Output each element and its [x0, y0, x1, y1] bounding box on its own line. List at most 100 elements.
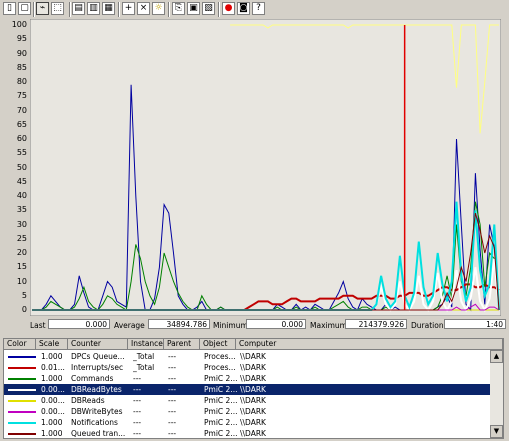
counter-row[interactable]: 1.000 Notifications --- --- PmiC 2... \\DARK [4, 417, 490, 428]
counter-instance-cell: --- [133, 374, 142, 383]
y-tick-label: 20 [16, 248, 27, 257]
paste-counter-list-icon[interactable]: ▣ [187, 2, 200, 15]
toolbar-separator [33, 2, 35, 17]
counter-computer-cell: \\DARK [240, 374, 266, 383]
column-header-color[interactable]: Color [4, 339, 36, 350]
counter-counter-cell: DBReadBytes [71, 385, 122, 394]
toolbar-separator [118, 2, 120, 17]
counter-counter-cell: DPCs Queue... [71, 352, 125, 361]
color-swatch [8, 356, 36, 358]
counter-computer-cell: \\DARK [240, 429, 266, 438]
counter-counter-cell: DBWriteBytes [71, 407, 123, 416]
counter-object-cell: PmiC 2... [204, 396, 238, 405]
counter-counter-cell: Notifications [71, 418, 118, 427]
minimum-label: Minimum [213, 321, 248, 330]
counter-parent-cell: --- [168, 352, 177, 361]
add-counter-icon[interactable]: + [122, 2, 135, 15]
y-tick-label: 65 [16, 119, 27, 129]
help-icon[interactable]: ? [252, 2, 265, 15]
counter-computer-cell: \\DARK [240, 396, 266, 405]
counter-object-cell: Proces... [204, 352, 236, 361]
counter-scale-cell: 0.00... [41, 407, 65, 416]
counter-instance-cell: _Total [133, 363, 155, 372]
clear-display-icon[interactable]: ▢ [18, 2, 31, 15]
update-data-icon[interactable]: ◙ [237, 2, 250, 15]
counter-row[interactable]: 1.000 DPCs Queue... _Total --- Proces... \\DA… [4, 351, 490, 362]
last-label: Last [30, 321, 46, 330]
counter-parent-cell: --- [168, 396, 177, 405]
counter-object-cell: PmiC 2... [204, 374, 238, 383]
highlight-icon[interactable]: ☼ [152, 2, 165, 15]
column-header-scale[interactable]: Scale [36, 339, 68, 350]
y-tick-label: 75 [16, 91, 27, 101]
counter-row[interactable]: 1.000 Queued tran... --- --- PmiC 2... \\DARK [4, 428, 490, 438]
y-tick-label: 10 [16, 276, 27, 286]
column-header-object[interactable]: Object [200, 339, 236, 350]
counter-scale-cell: 0.00... [41, 396, 65, 405]
column-header-counter[interactable]: Counter [68, 339, 128, 350]
scroll-down-icon[interactable]: ▼ [490, 425, 503, 438]
duration-value: 1:40 [444, 319, 506, 329]
plot-background [30, 19, 501, 316]
y-tick-label: 95 [16, 34, 27, 44]
copy-properties-icon[interactable]: ⎘ [172, 2, 185, 15]
counter-row[interactable]: 0.00... DBReads --- --- PmiC 2... \\DARK [4, 395, 490, 406]
y-tick-label: 5 [21, 290, 27, 300]
counter-object-cell: Proces... [204, 363, 236, 372]
counter-row[interactable]: 0.01... Interrupts/sec _Total --- Proces... \… [4, 362, 490, 373]
maximum-label: Maximum [310, 321, 347, 330]
freeze-display-icon[interactable]: ● [222, 2, 235, 15]
line-graph[interactable] [30, 19, 501, 316]
color-swatch [8, 411, 36, 413]
view-current-activity-icon[interactable]: ⌁ [36, 2, 49, 15]
delete-counter-icon[interactable]: × [137, 2, 150, 15]
color-swatch [8, 422, 36, 424]
counter-scale-cell: 1.000 [41, 352, 63, 361]
counter-parent-cell: --- [168, 385, 177, 394]
view-log-data-icon[interactable]: ⬚ [51, 2, 64, 15]
column-header-computer[interactable]: Computer [236, 339, 503, 350]
chart-area: 100 95 90 85 80 75 70 65 60 55 50 45 40 35 30 25 20 15 10 5… [0, 19, 509, 317]
counter-instance-cell: --- [133, 396, 142, 405]
color-swatch [8, 433, 36, 435]
y-tick-label: 0 [21, 305, 27, 314]
counter-instance-cell: --- [133, 418, 142, 427]
counter-computer-cell: \\DARK [240, 363, 266, 372]
last-value: 0.000 [48, 319, 110, 329]
new-counter-set-icon[interactable]: ▯ [3, 2, 16, 15]
counter-parent-cell: --- [168, 429, 177, 438]
y-tick-label: 100 [11, 20, 27, 29]
y-axis: 100 95 90 85 80 75 70 65 60 55 50 45 40 35 30 25 20 15 10 5… [0, 19, 30, 317]
counter-instance-cell: _Total [133, 352, 155, 361]
color-swatch [8, 378, 36, 380]
vertical-scrollbar[interactable]: ▲ ▼ [490, 350, 503, 438]
view-histogram-icon[interactable]: ▥ [87, 2, 100, 15]
column-header-parent[interactable]: Parent [164, 339, 200, 350]
counter-instance-cell: --- [133, 429, 142, 438]
view-report-icon[interactable]: ▦ [102, 2, 115, 15]
counter-scale-cell: 1.000 [41, 374, 63, 383]
counter-list[interactable]: Color Scale Counter Instance Parent Object Com… [3, 338, 504, 439]
counter-computer-cell: \\DARK [240, 385, 266, 394]
counter-counter-cell: DBReads [71, 396, 105, 405]
column-header-instance[interactable]: Instance [128, 339, 164, 350]
counter-scale-cell: 1.000 [41, 429, 63, 438]
toolbar-separator [218, 2, 220, 17]
y-tick-label: 85 [16, 62, 27, 72]
counter-row[interactable]: 0.00... DBWriteBytes --- --- PmiC 2... \\DARK [4, 406, 490, 417]
y-tick-label: 40 [16, 191, 27, 200]
counter-counter-cell: Commands [71, 374, 114, 383]
y-tick-label: 30 [16, 219, 27, 229]
properties-icon[interactable]: ▧ [202, 2, 215, 15]
y-tick-label: 80 [16, 77, 27, 86]
counter-row[interactable]: 0.00... DBReadBytes --- --- PmiC 2... \\DARK [4, 384, 490, 395]
counter-list-header: Color Scale Counter Instance Parent Object Com… [4, 339, 503, 350]
view-graph-icon[interactable]: ▤ [72, 2, 85, 15]
counter-row[interactable]: 1.000 Commands --- --- PmiC 2... \\DARK [4, 373, 490, 384]
duration-label: Duration [411, 321, 444, 330]
counter-parent-cell: --- [168, 374, 177, 383]
y-tick-label: 60 [16, 134, 27, 143]
y-tick-label: 15 [16, 262, 27, 272]
toolbar-separator [168, 2, 170, 17]
scroll-up-icon[interactable]: ▲ [490, 350, 503, 363]
